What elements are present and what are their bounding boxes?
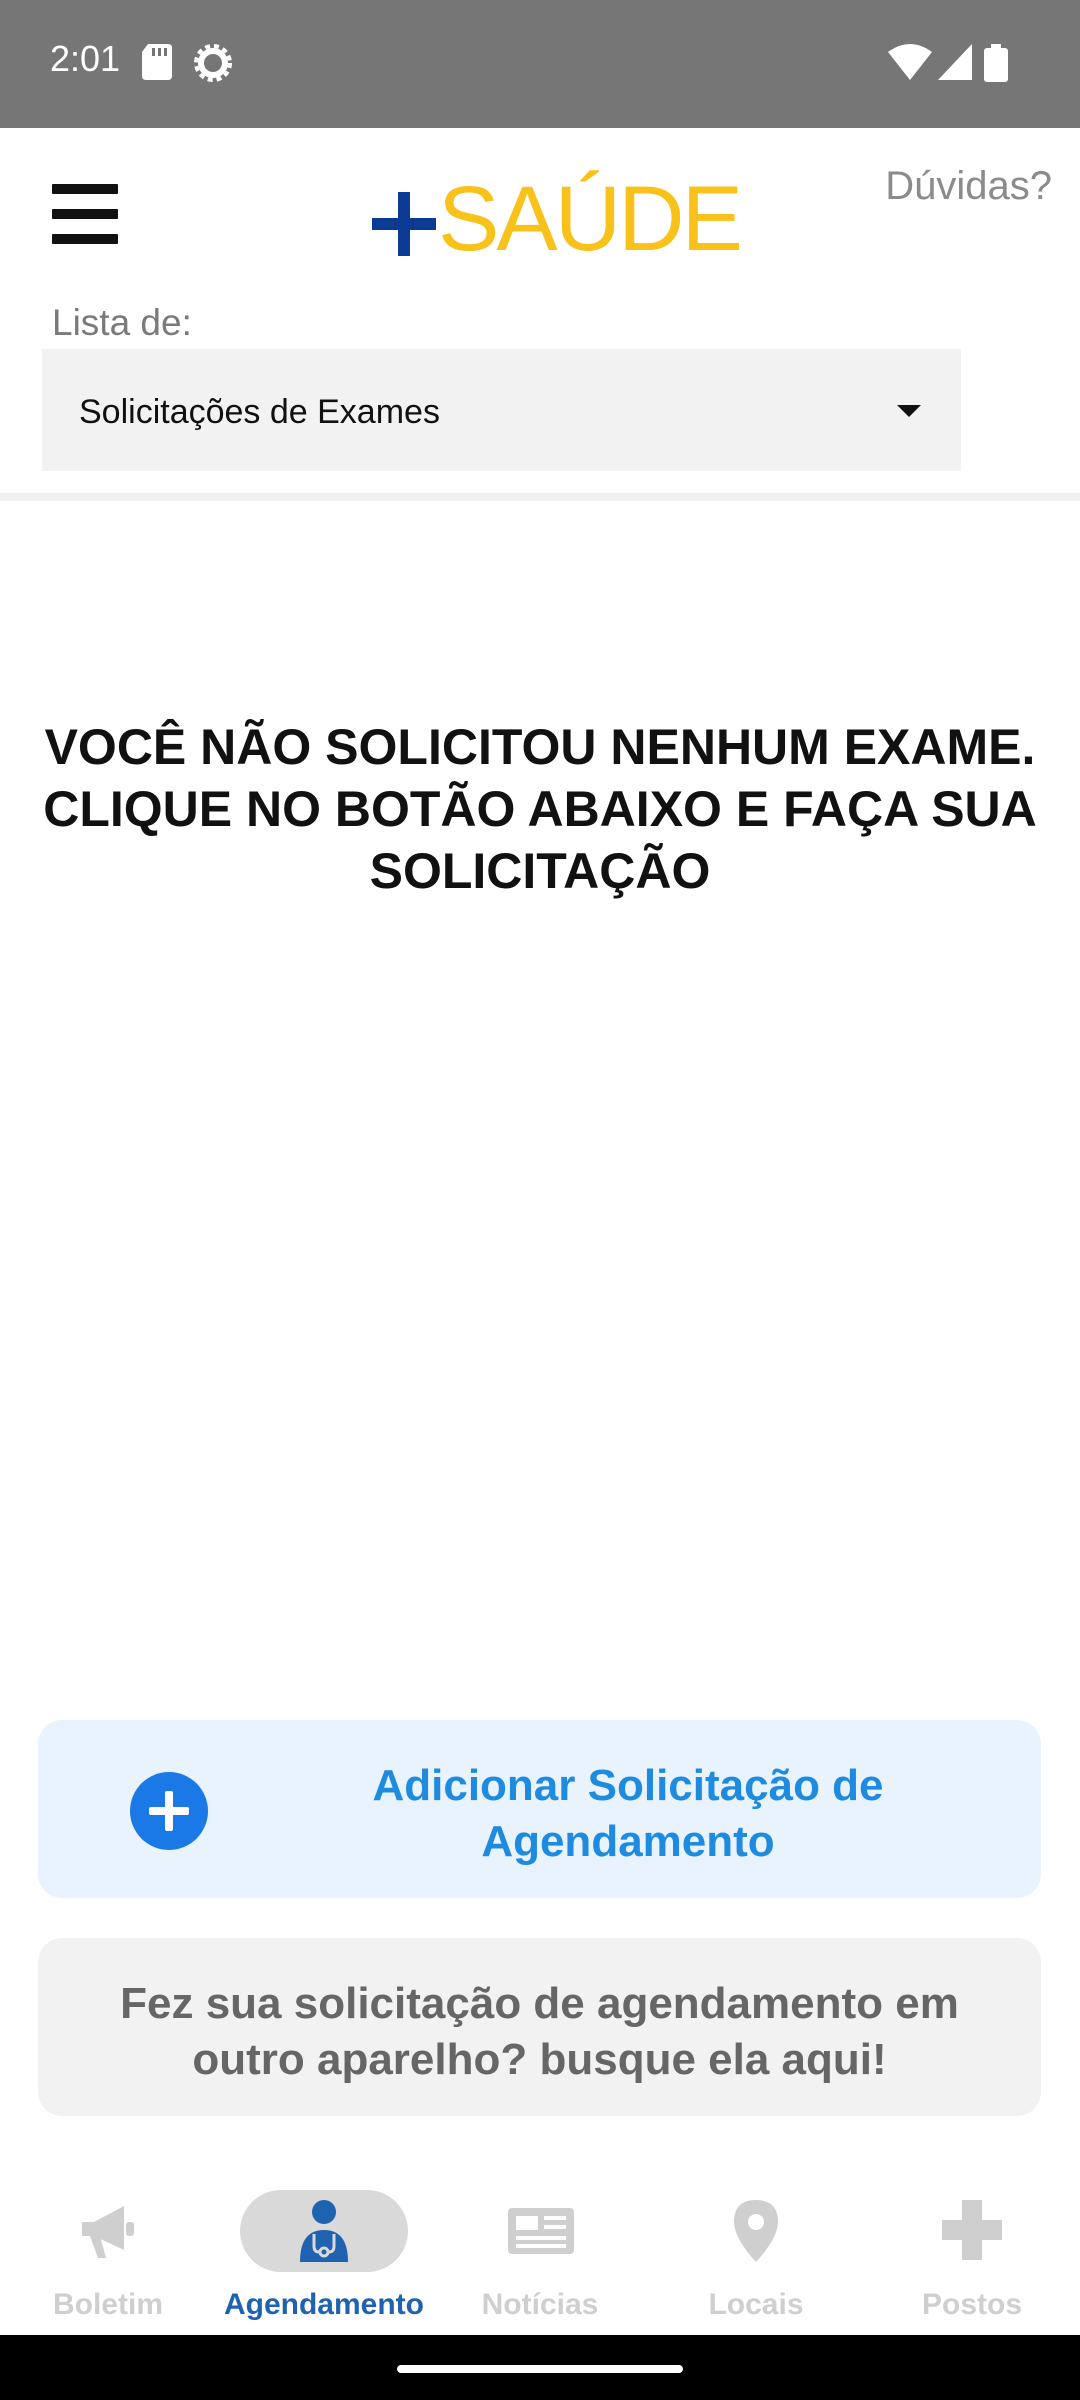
megaphone-icon	[76, 2198, 140, 2262]
add-appointment-request-button[interactable]: Adicionar Solicitação de Agendamento	[38, 1720, 1041, 1898]
find-request-button[interactable]: Fez sua solicitação de agendamento em ou…	[38, 1938, 1041, 2116]
nav-label: Boletim	[52, 2288, 163, 2321]
nav-item-locais[interactable]: Locais	[648, 2170, 864, 2335]
doctor-icon	[292, 2198, 356, 2262]
caret-down-icon	[897, 405, 921, 417]
battery-icon	[984, 44, 1008, 87]
dropdown-selected-value: Solicitações de Exames	[79, 393, 440, 431]
divider	[0, 493, 1080, 501]
find-request-label: Fez sua solicitação de agendamento em ou…	[120, 1979, 959, 2084]
empty-state-message: VOCÊ NÃO SOLICITOU NENHUM EXAME. CLIQUE …	[43, 719, 1037, 899]
nav-label: Locais	[708, 2288, 804, 2321]
logo-plus-icon	[372, 192, 436, 256]
list-type-dropdown[interactable]: Solicitações de Exames	[42, 349, 961, 471]
help-link[interactable]: Dúvidas?	[885, 164, 1052, 209]
logo-text: SAÚDE	[438, 168, 743, 270]
menu-icon[interactable]	[52, 184, 118, 244]
app-header: SAÚDE Dúvidas?	[0, 128, 1080, 308]
nav-item-boletim[interactable]: Boletim	[0, 2170, 216, 2335]
add-circle-icon	[130, 1772, 208, 1850]
settings-icon	[194, 44, 232, 87]
wifi-icon	[888, 44, 932, 85]
status-time: 2:01	[50, 38, 121, 79]
health-cross-icon	[940, 2198, 1004, 2262]
list-label: Lista de:	[52, 302, 192, 343]
nav-item-postos[interactable]: Postos	[864, 2170, 1080, 2335]
nav-item-noticias[interactable]: Notícias	[432, 2170, 648, 2335]
nav-label: Agendamento	[223, 2288, 424, 2321]
sd-card-icon	[142, 44, 172, 85]
add-button-label: Adicionar Solicitação de Agendamento	[372, 1761, 884, 1866]
system-gesture-bar	[0, 2335, 1080, 2400]
nav-label: Postos	[921, 2288, 1023, 2321]
bottom-nav: Boletim Agendamento Notícias Locais Post…	[0, 2170, 1080, 2335]
location-pin-icon	[724, 2198, 788, 2262]
home-gesture-handle[interactable]	[397, 2365, 683, 2373]
status-bar: 2:01	[0, 0, 1080, 128]
signal-icon	[938, 44, 972, 85]
newspaper-icon	[508, 2198, 574, 2262]
nav-label: Notícias	[481, 2288, 599, 2321]
nav-item-agendamento[interactable]: Agendamento	[216, 2170, 432, 2335]
app-logo: SAÚDE	[372, 164, 743, 274]
